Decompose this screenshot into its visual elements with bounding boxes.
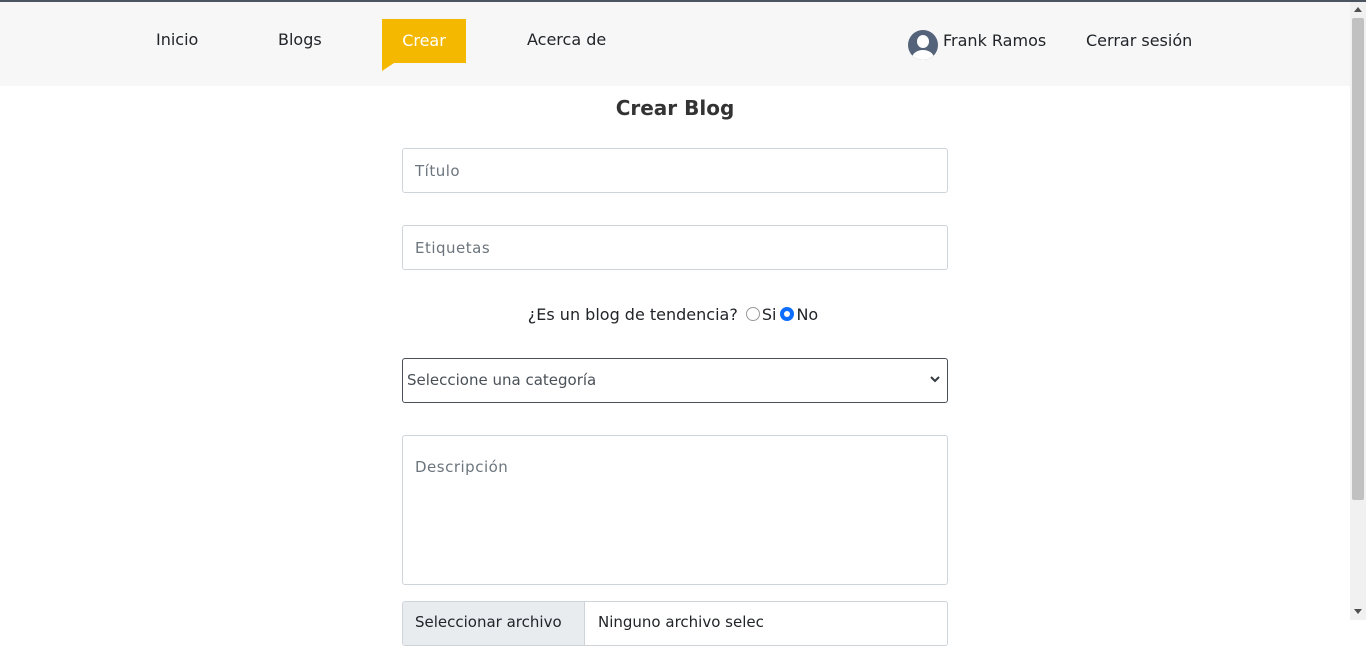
user-name[interactable]: Frank Ramos [943, 31, 1046, 50]
tags-input[interactable] [402, 225, 948, 270]
file-input[interactable]: Seleccionar archivo Ninguno archivo sele… [402, 601, 948, 646]
trending-no-radio[interactable] [780, 307, 795, 321]
title-input[interactable] [402, 148, 948, 193]
nav-link-acerca-de[interactable]: Acerca de [527, 30, 606, 49]
nav-link-blogs[interactable]: Blogs [278, 30, 322, 49]
description-textarea[interactable] [402, 435, 948, 585]
scroll-down-icon[interactable] [1354, 609, 1362, 614]
trending-no-label[interactable]: No [796, 305, 818, 324]
logout-link[interactable]: Cerrar sesión [1086, 31, 1192, 50]
file-status-text: Ninguno archivo selec [598, 613, 764, 631]
category-select-value: Seleccione una categoría [407, 371, 597, 389]
user-avatar-icon[interactable] [908, 30, 938, 60]
nav-link-crear[interactable]: Crear [382, 19, 466, 63]
nav-active-indicator [382, 63, 394, 71]
trending-radio-group: ¿Es un blog de tendencia? Si No [402, 302, 948, 326]
chevron-down-icon [930, 376, 940, 383]
page-scrollbar[interactable] [1350, 2, 1366, 620]
trending-yes-label[interactable]: Si [762, 305, 777, 324]
nav-link-inicio[interactable]: Inicio [156, 30, 198, 49]
navbar: Inicio Blogs Crear Acerca de Frank Ramos… [0, 2, 1350, 86]
scrollbar-thumb[interactable] [1352, 18, 1364, 500]
category-select[interactable]: Seleccione una categoría [402, 358, 948, 403]
choose-file-button[interactable]: Seleccionar archivo [403, 602, 585, 645]
trending-yes-radio[interactable] [745, 307, 760, 321]
page-title: Crear Blog [615, 96, 735, 120]
trending-question: ¿Es un blog de tendencia? [527, 304, 738, 324]
scroll-up-icon[interactable] [1354, 7, 1362, 12]
